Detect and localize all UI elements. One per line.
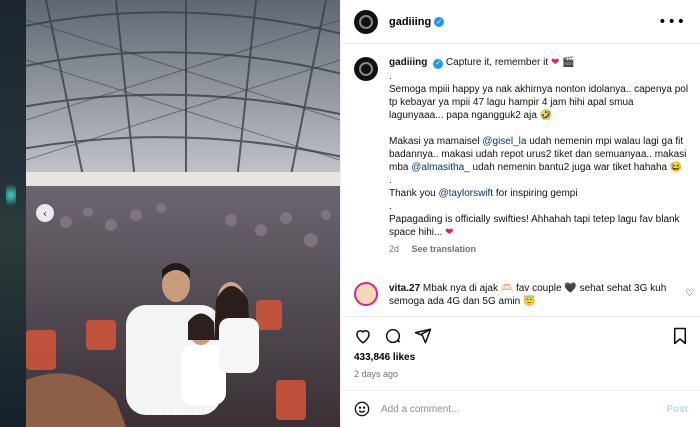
comment-text: Mbak nya di ajak 🫶🏻 fav couple 🖤 sehat s… (389, 283, 667, 307)
comment-composer: Post (341, 390, 700, 427)
comment-icon[interactable] (384, 327, 402, 345)
caption-first-line: Capture it, remember it (445, 57, 549, 68)
carousel-dot (138, 410, 142, 414)
action-icons (341, 317, 700, 347)
backdrop (0, 0, 26, 427)
heart-emoji: ❤ (550, 57, 560, 68)
post-details-panel: gadiiing ✓ ••• gadiiing ✓ Capture it, re… (340, 0, 700, 427)
action-bar: 433,846 likes 2 days ago (341, 316, 700, 390)
clapper-emoji: 🎬 (562, 57, 575, 68)
post-header: gadiiing ✓ ••• (341, 0, 700, 44)
verified-badge-icon: ✓ (433, 58, 444, 69)
bookmark-icon[interactable] (672, 327, 688, 345)
caption-text: for inspiring gempi (493, 188, 578, 199)
carousel-indicator (138, 410, 198, 414)
heart-emoji: ❤ (445, 227, 454, 238)
comment-item: vita.27 Mbak nya di ajak 🫶🏻 fav couple 🖤… (354, 282, 694, 308)
caption-text: Thank you (389, 188, 439, 199)
carousel-prev-button[interactable]: ‹ (36, 204, 54, 222)
post-photo: ‹ › (26, 0, 340, 427)
carousel-dot (194, 410, 198, 414)
comment-body: vita.27 Mbak nya di ajak 🫶🏻 fav couple 🖤… (389, 282, 674, 308)
caption-dot: . (389, 71, 392, 82)
carousel-dot (145, 410, 149, 414)
mention-link[interactable]: @gisel_la (482, 136, 526, 147)
post-date: 2 days ago (354, 369, 399, 379)
emoji-icon[interactable] (354, 401, 370, 417)
avatar[interactable] (354, 9, 378, 34)
caption-body: gadiiing ✓ Capture it, remember it ❤ 🎬 .… (389, 56, 689, 256)
concert-selfie-image (26, 0, 340, 427)
heart-icon[interactable] (354, 327, 372, 345)
caption-text: udah nemenin bantu2 juga war tiket hahah… (469, 162, 683, 173)
mention-link[interactable]: @taylorswift (438, 188, 493, 199)
caption-paragraph-4: Papagading is officially swifties! Ahhah… (389, 213, 689, 239)
carousel-dot (166, 410, 170, 414)
carousel-dot (159, 410, 163, 414)
caption-meta: 2d See translation (389, 243, 689, 256)
comment-like-icon[interactable]: ♡ (685, 288, 694, 299)
comment-input[interactable] (381, 403, 667, 415)
caption-text: Papagading is officially swifties! Ahhah… (389, 214, 680, 238)
caption-avatar[interactable] (354, 57, 378, 81)
caption-username[interactable]: gadiiing (389, 57, 427, 68)
caption-paragraph-3: Thank you @taylorswift for inspiring gem… (389, 187, 689, 200)
caption: gadiiing ✓ Capture it, remember it ❤ 🎬 .… (354, 56, 694, 256)
chevron-left-icon: ‹ (42, 206, 48, 220)
carousel-dot (187, 410, 191, 414)
share-icon[interactable] (414, 327, 432, 345)
post-time[interactable]: 2d (389, 244, 399, 254)
carousel-dot (180, 410, 184, 414)
caption-dot: . (389, 175, 392, 186)
carousel-dot (152, 410, 156, 414)
caption-paragraph-1: Semoga mpiii happy ya nak akhirnya nonto… (389, 84, 689, 121)
see-translation-link[interactable]: See translation (412, 244, 477, 254)
caption-dot: . (389, 201, 392, 212)
commenter-avatar[interactable] (354, 282, 378, 306)
caption-text: Makasi ya mamaisel (389, 136, 483, 147)
mention-link[interactable]: @almasitha_ (411, 162, 470, 173)
post-comment-button[interactable]: Post (666, 404, 688, 415)
likes-count[interactable]: 433,846 likes (341, 352, 700, 363)
more-options-icon[interactable]: ••• (658, 14, 686, 30)
verified-badge-icon: ✓ (434, 16, 445, 27)
carousel-dot (173, 410, 177, 414)
caption-paragraph-2: Makasi ya mamaisel @gisel_la udah nemeni… (389, 135, 689, 174)
post-username[interactable]: gadiiing (389, 16, 431, 28)
commenter-username[interactable]: vita.27 (389, 283, 420, 294)
